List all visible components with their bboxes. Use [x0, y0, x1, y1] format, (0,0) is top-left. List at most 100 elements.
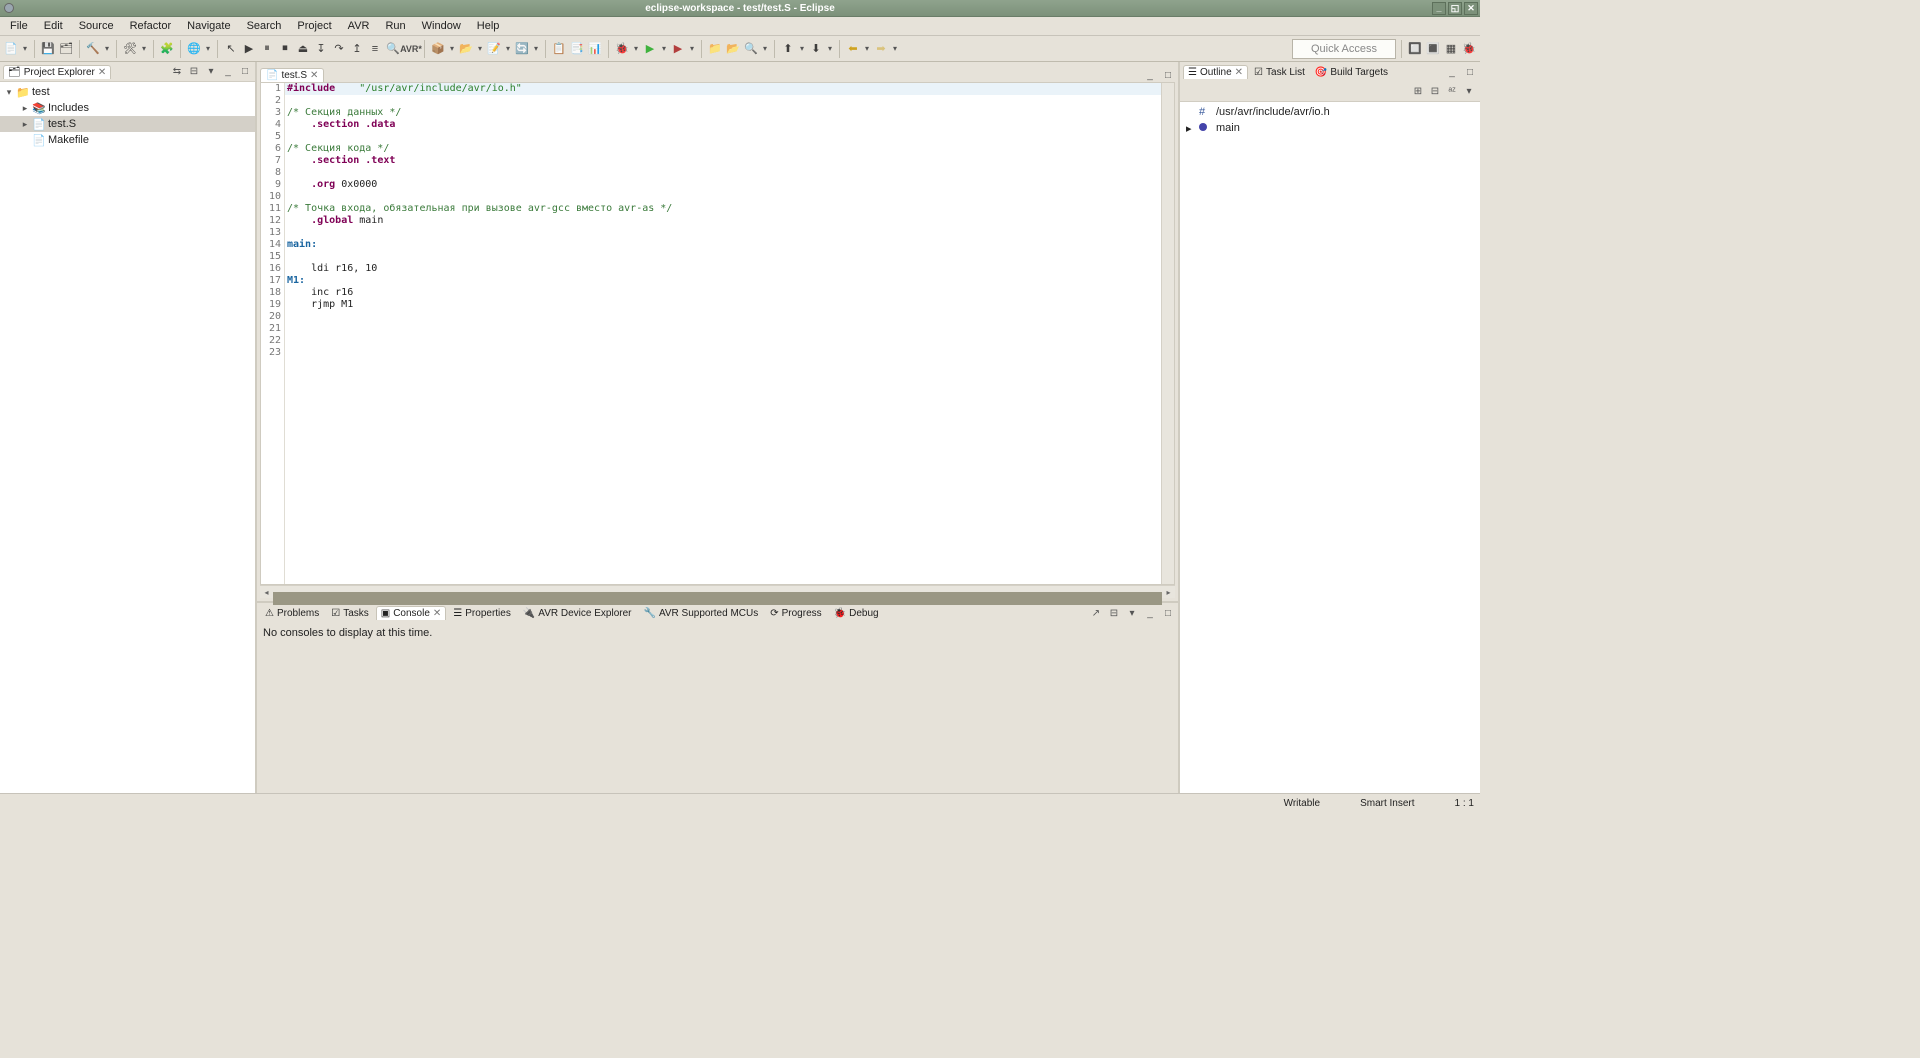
tool-button-11[interactable]: 📑	[569, 41, 585, 57]
tool-button-2[interactable]: 🧩	[159, 41, 175, 57]
overview-ruler[interactable]	[1161, 83, 1174, 584]
bottom-toolbar-btn-4[interactable]: □	[1161, 606, 1175, 620]
outline-row[interactable]: #/usr/avr/include/avr/io.h	[1180, 104, 1480, 120]
menu-navigate[interactable]: Navigate	[181, 19, 236, 33]
pointer-icon[interactable]: ↖	[223, 41, 239, 57]
tool-button-10[interactable]: 📋	[551, 41, 567, 57]
menu-run[interactable]: Run	[379, 19, 411, 33]
menu-avr[interactable]: AVR	[342, 19, 376, 33]
tool-button-1[interactable]: 🛠	[122, 41, 138, 57]
tool-button-14[interactable]: 📂	[725, 41, 741, 57]
disconnect-icon[interactable]: ⏏	[295, 41, 311, 57]
close-icon[interactable]: ✕	[433, 608, 441, 619]
tool-button-5[interactable]: 🔍	[385, 41, 401, 57]
perspective-3-icon[interactable]: ▦	[1443, 41, 1459, 57]
expand-icon[interactable]: ▸	[20, 119, 30, 130]
run-button[interactable]: ▶	[642, 41, 658, 57]
outline-menu-icon[interactable]: ▾	[1462, 85, 1476, 99]
tool-button-9[interactable]: 🔄	[514, 41, 530, 57]
new-dropdown[interactable]	[21, 44, 29, 53]
tool-button-7[interactable]: 📂	[458, 41, 474, 57]
minimize-editor-icon[interactable]: _	[1143, 68, 1157, 82]
back-button[interactable]: ⬅	[845, 41, 861, 57]
project-explorer-tree[interactable]: ▾📁test▸📚Includes▸📄test.S📄Makefile	[0, 82, 255, 793]
avr-icon[interactable]: AVR*	[403, 41, 419, 57]
minimize-view-icon[interactable]: _	[221, 65, 235, 79]
collapse-all-icon[interactable]: ⊟	[187, 65, 201, 79]
stop-icon[interactable]: ⏹	[277, 41, 293, 57]
bottom-toolbar-btn-2[interactable]: ▾	[1125, 606, 1139, 620]
tab-debug[interactable]: 🐞Debug	[829, 606, 884, 621]
close-icon[interactable]: ✕	[1235, 67, 1243, 78]
tree-row[interactable]: ▾📁test	[0, 84, 255, 100]
scroll-left-icon[interactable]: ◂	[260, 586, 273, 599]
perspective-debug-icon[interactable]: 🐞	[1461, 41, 1477, 57]
step-into-icon[interactable]: ↧	[313, 41, 329, 57]
step-return-icon[interactable]: ↥	[349, 41, 365, 57]
tab-outline[interactable]: ☰Outline✕	[1183, 65, 1248, 79]
expand-icon[interactable]: ▸	[20, 103, 30, 114]
outline-tree[interactable]: #/usr/avr/include/avr/io.h▸main	[1180, 102, 1480, 793]
close-icon[interactable]: ✕	[98, 67, 106, 78]
editor-body[interactable]: 1234567891011121314151617181920212223 #i…	[260, 82, 1175, 585]
new-button[interactable]: 📄	[3, 41, 19, 57]
tab-problems[interactable]: ⚠Problems	[260, 606, 324, 621]
step-over-icon[interactable]: ↷	[331, 41, 347, 57]
tab-console[interactable]: ▣Console✕	[376, 606, 447, 620]
bottom-toolbar-btn-1[interactable]: ⊟	[1107, 606, 1121, 620]
pause-icon[interactable]: ⏸	[259, 41, 275, 57]
outline-sort-icon[interactable]: ᵃᶻ	[1445, 85, 1459, 99]
menu-help[interactable]: Help	[471, 19, 506, 33]
tab-tasks[interactable]: ☑Tasks	[326, 606, 374, 621]
save-button[interactable]: 💾	[40, 41, 56, 57]
save-all-button[interactable]: 🗂	[58, 41, 74, 57]
menu-refactor[interactable]: Refactor	[124, 19, 178, 33]
scroll-right-icon[interactable]: ▸	[1162, 586, 1175, 599]
menu-file[interactable]: File	[4, 19, 34, 33]
tab-build-targets[interactable]: 🎯Build Targets	[1311, 66, 1392, 79]
window-minimize-button[interactable]: _	[1432, 2, 1446, 15]
build-button[interactable]: 🔨	[85, 41, 101, 57]
build-dropdown[interactable]	[103, 44, 111, 53]
menu-search[interactable]: Search	[241, 19, 288, 33]
maximize-view-icon[interactable]: □	[238, 65, 252, 79]
perspective-cpp-icon[interactable]: 🔲	[1407, 41, 1423, 57]
search-button[interactable]: 🔍	[743, 41, 759, 57]
right-toolbar-btn-0[interactable]: _	[1445, 65, 1459, 79]
tab-avr-supported-mcus[interactable]: 🔧AVR Supported MCUs	[638, 606, 763, 621]
tab-properties[interactable]: ☰Properties	[448, 606, 516, 621]
outline-tool-1[interactable]: ⊞	[1411, 85, 1425, 99]
nav-prev-button[interactable]: ⬆	[780, 41, 796, 57]
tab-avr-device-explorer[interactable]: 🔌AVR Device Explorer	[518, 606, 637, 621]
tab-progress[interactable]: ⟳Progress	[765, 606, 826, 621]
ext-tools-button[interactable]: ▶	[670, 41, 686, 57]
code-area[interactable]: #include "/usr/avr/include/avr/io.h"/* С…	[285, 83, 1161, 584]
tool-button-4[interactable]: ≡	[367, 41, 383, 57]
forward-button[interactable]: ➡	[873, 41, 889, 57]
maximize-editor-icon[interactable]: □	[1161, 68, 1175, 82]
menu-window[interactable]: Window	[416, 19, 467, 33]
editor-tab-test-s[interactable]: 📄 test.S ✕	[260, 68, 324, 82]
resume-icon[interactable]: ▶	[241, 41, 257, 57]
view-menu-icon[interactable]: ▾	[204, 65, 218, 79]
expand-icon[interactable]: ▸	[1186, 122, 1196, 135]
window-maximize-button[interactable]: ◱	[1448, 2, 1462, 15]
nav-next-button[interactable]: ⬇	[808, 41, 824, 57]
menu-edit[interactable]: Edit	[38, 19, 69, 33]
window-close-button[interactable]: ✕	[1464, 2, 1478, 15]
perspective-2-icon[interactable]: 🔳	[1425, 41, 1441, 57]
tool-button-12[interactable]: 📊	[587, 41, 603, 57]
quick-access-input[interactable]: Quick Access	[1292, 39, 1396, 59]
outline-row[interactable]: ▸main	[1180, 120, 1480, 136]
bottom-toolbar-btn-0[interactable]: ↗	[1089, 606, 1103, 620]
menu-source[interactable]: Source	[73, 19, 120, 33]
tab-project-explorer[interactable]: 🗂 Project Explorer ✕	[3, 65, 111, 79]
expand-icon[interactable]: ▾	[4, 87, 14, 98]
tool-button-6[interactable]: 📦	[430, 41, 446, 57]
tree-row[interactable]: 📄Makefile	[0, 132, 255, 148]
bottom-toolbar-btn-3[interactable]: _	[1143, 606, 1157, 620]
tool-button-8[interactable]: 📝	[486, 41, 502, 57]
tool-button-3[interactable]: 🌐	[186, 41, 202, 57]
right-toolbar-btn-1[interactable]: □	[1463, 65, 1477, 79]
outline-tool-2[interactable]: ⊟	[1428, 85, 1442, 99]
